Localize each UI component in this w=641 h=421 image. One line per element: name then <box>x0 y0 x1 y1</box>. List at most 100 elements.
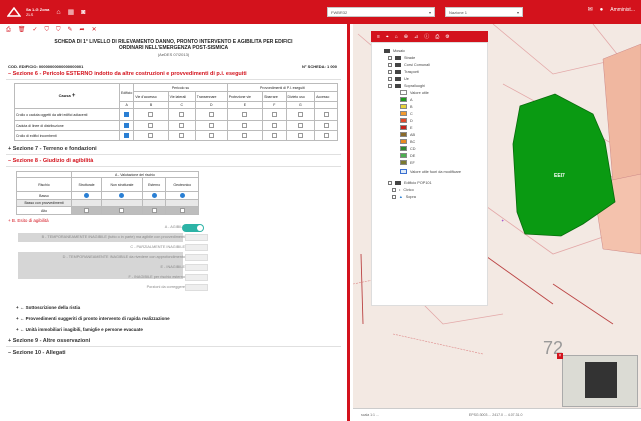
col-protezione: Protezione vie <box>226 91 264 102</box>
layer-checkbox[interactable] <box>388 180 392 185</box>
layer-item[interactable]: Strade <box>388 54 487 61</box>
field-c[interactable] <box>185 244 208 251</box>
field-d[interactable] <box>185 254 208 261</box>
checkbox[interactable] <box>242 122 248 128</box>
project-select[interactable]: FWBR32 ▾ <box>327 7 435 17</box>
field-porzioni[interactable] <box>185 284 208 291</box>
field-b[interactable] <box>185 234 208 241</box>
bell-icon[interactable]: ✉ <box>588 6 593 13</box>
layer-item[interactable]: Corsi Comunali <box>388 61 487 68</box>
checkbox[interactable] <box>119 207 125 213</box>
checkbox[interactable] <box>148 132 154 138</box>
print-icon[interactable]: ⎙ <box>6 26 11 34</box>
filter-alt-icon[interactable]: ⛉ <box>56 26 61 34</box>
checkbox[interactable] <box>208 132 214 138</box>
overview-map[interactable] <box>562 355 638 407</box>
layer-item[interactable]: Sopralluoghi <box>388 82 487 89</box>
zoom-in-icon[interactable]: ⊕ <box>404 34 408 40</box>
radio[interactable] <box>179 192 185 198</box>
checkbox[interactable] <box>323 132 329 138</box>
agibile-toggle[interactable] <box>182 224 204 232</box>
checkbox[interactable] <box>208 122 214 128</box>
layer-checkbox[interactable] <box>392 194 396 199</box>
info-icon[interactable]: ⓘ <box>424 33 429 40</box>
close-icon[interactable]: × <box>557 353 563 359</box>
user-menu[interactable]: Amminist... <box>610 7 635 13</box>
checkbox[interactable] <box>179 207 185 213</box>
checkbox[interactable] <box>297 122 303 128</box>
layer-checkbox[interactable] <box>388 76 392 81</box>
layer-label: Strade <box>404 55 416 60</box>
radio[interactable] <box>119 192 125 198</box>
check-icon[interactable]: ✓ <box>32 26 37 34</box>
settings-icon[interactable]: ⚙ <box>445 34 449 40</box>
document-meta: COD. EDIFICIO: 00000000000000000001 N° S… <box>0 64 347 69</box>
checkbox[interactable] <box>271 132 277 138</box>
checkbox[interactable] <box>124 122 130 128</box>
checkbox[interactable] <box>124 132 130 138</box>
delete-icon[interactable]: 🗑 <box>18 26 26 34</box>
filter-icon[interactable]: ⛉ <box>44 26 49 34</box>
layer-checkbox[interactable] <box>392 187 396 192</box>
checkbox[interactable] <box>84 207 90 213</box>
radio[interactable] <box>151 192 157 198</box>
label-c: C - PARZIALMENTE INAGIBILE <box>130 245 185 249</box>
layer-checkbox[interactable] <box>388 69 392 74</box>
home-icon[interactable]: ⌂ <box>395 34 398 40</box>
checkbox[interactable] <box>148 111 154 117</box>
section-6-header[interactable]: – Sezione 6 - Pericolo ESTERNO indotto d… <box>0 71 347 77</box>
checkbox[interactable] <box>323 111 329 117</box>
print-icon[interactable]: ⎙ <box>435 34 439 40</box>
collapse-provvedimenti[interactable]: + ← Provvedimenti suggeriti di pronto in… <box>0 316 347 321</box>
checkbox[interactable] <box>148 122 154 128</box>
field-e[interactable] <box>185 264 208 271</box>
checkbox[interactable] <box>179 111 185 117</box>
section-10-header[interactable]: – Sezione 10 - Allegati <box>0 350 347 356</box>
section-7-header[interactable]: + Sezione 7 - Terreno e fondazioni <box>0 146 347 152</box>
add-icon[interactable]: + <box>72 93 76 99</box>
grid-icon[interactable]: ▦ <box>68 8 75 16</box>
app-logo-icon[interactable] <box>6 6 22 18</box>
user-icon[interactable]: ● <box>600 7 604 13</box>
layer-root[interactable]: Mosaic <box>384 47 487 54</box>
ruler-icon[interactable]: ⊿ <box>414 34 418 40</box>
layer-item[interactable]: Trasporti <box>388 68 487 75</box>
collapse-unita[interactable]: + ← Unità immobiliari inagibili, famigli… <box>0 327 347 332</box>
checkbox[interactable] <box>124 111 130 117</box>
layer-checkbox[interactable] <box>388 55 392 60</box>
layers-icon[interactable]: ≡ <box>377 34 380 40</box>
checkbox[interactable] <box>242 111 248 117</box>
pin-icon[interactable]: ⌖ <box>386 34 389 40</box>
form-row: D - TEMPORANEAMENTE INAGIBILE da riveder… <box>0 253 340 263</box>
home-icon[interactable]: ⌂ <box>56 9 60 16</box>
close-icon[interactable]: ✕ <box>92 26 97 34</box>
checkbox[interactable] <box>208 111 214 117</box>
collapse-sottoscrizione[interactable]: + ← Sottoscrizione della ristia <box>0 305 347 310</box>
checkbox[interactable] <box>179 122 185 128</box>
checkbox[interactable] <box>151 207 157 213</box>
legend-class: AB <box>400 131 487 138</box>
divider <box>6 154 341 155</box>
camera-icon[interactable]: ◙ <box>81 9 85 16</box>
checkbox[interactable] <box>323 122 329 128</box>
layer-checkbox[interactable] <box>388 83 392 88</box>
checkbox[interactable] <box>297 111 303 117</box>
checkbox[interactable] <box>297 132 303 138</box>
layer-item[interactable]: Edificio POP101 <box>388 179 487 186</box>
region-select[interactable]: Nazione 1 ▾ <box>445 7 523 17</box>
radio[interactable] <box>84 192 90 198</box>
layer-item[interactable]: Ue <box>388 75 487 82</box>
section-9-header[interactable]: + Sezione 9 - Altre osservazioni <box>0 338 347 344</box>
edit-icon[interactable]: ✎ <box>68 26 73 34</box>
layer-item[interactable]: ▲ Sopra <box>392 193 487 200</box>
layer-checkbox[interactable] <box>388 62 392 67</box>
checkbox[interactable] <box>242 132 248 138</box>
checkbox[interactable] <box>179 132 185 138</box>
field-f[interactable] <box>185 274 208 281</box>
layer-item[interactable]: • Civico <box>392 186 487 193</box>
legend-swatch <box>400 118 407 123</box>
checkbox[interactable] <box>271 111 277 117</box>
share-icon[interactable]: ➦ <box>80 26 85 34</box>
checkbox[interactable] <box>271 122 277 128</box>
section-8-header[interactable]: – Sezione 8 - Giudizio di agibilità <box>0 158 347 164</box>
